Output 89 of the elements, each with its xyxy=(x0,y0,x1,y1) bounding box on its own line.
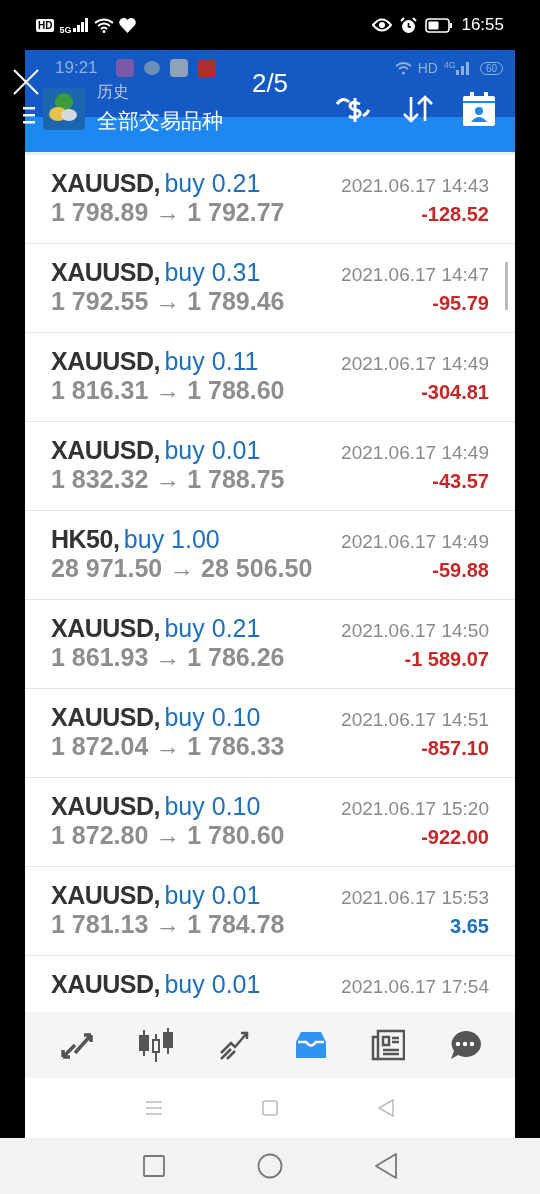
deal-symbol: XAUUSD, xyxy=(51,881,160,909)
home-icon[interactable] xyxy=(257,1153,283,1179)
app-notification-icon xyxy=(169,59,188,77)
deal-prices: 1 861.93 → 1 786.26 xyxy=(51,643,285,672)
deal-time: 2021.06.17 14:49 xyxy=(341,353,489,375)
deal-time: 2021.06.17 17:54 xyxy=(341,976,489,998)
deal-volume: buy 0.10 xyxy=(164,792,261,820)
clock: 16:55 xyxy=(461,15,504,35)
heart-icon xyxy=(119,17,137,33)
app-network-label: HD xyxy=(417,60,438,76)
app-notification-icon xyxy=(115,59,134,77)
wifi-icon xyxy=(94,17,115,33)
deal-prices: 28 971.50 → 28 506.50 xyxy=(51,554,313,583)
menu-icon[interactable] xyxy=(23,104,35,125)
deal-volume: buy 0.11 xyxy=(164,347,259,375)
calendar-icon[interactable] xyxy=(463,91,495,126)
inbox-icon[interactable] xyxy=(293,1030,328,1060)
symbol-filter-title[interactable]: 全部交易品种 xyxy=(97,107,305,135)
app-status-time: 19:21 xyxy=(55,58,98,78)
hd-badge: HD xyxy=(36,18,55,32)
deal-profit: -95.79 xyxy=(432,292,489,315)
deal-prices: 1 798.89 → 1 792.77 xyxy=(51,198,285,227)
app-wifi-icon xyxy=(394,61,412,75)
newspaper-icon[interactable] xyxy=(370,1029,405,1061)
battery-icon xyxy=(425,17,454,33)
network-label: 5G xyxy=(59,25,72,35)
deal-row[interactable]: XAUUSD, buy 0.21 2021.06.17 14:43 1 798.89 → 1 792.77 -128.52 xyxy=(25,155,515,244)
deal-prices: 1 832.32 → 1 788.75 xyxy=(51,465,285,494)
deal-row[interactable]: XAUUSD, buy 0.10 2021.06.17 14:51 1 872.04 → 1 786.33 -857.10 xyxy=(25,689,515,778)
deal-prices: 1 792.55 → 1 789.46 xyxy=(51,287,285,316)
chat-notification-icon xyxy=(143,61,160,75)
deal-volume: buy 0.01 xyxy=(164,970,261,998)
image-counter: 2/5 xyxy=(250,68,290,99)
deal-volume: buy 0.31 xyxy=(164,258,261,286)
deal-profit: -922.00 xyxy=(421,826,489,849)
close-icon[interactable] xyxy=(13,69,39,95)
app-signal-label: 4G xyxy=(443,60,456,70)
deal-symbol: XAUUSD, xyxy=(51,258,160,286)
deal-time: 2021.06.17 14:51 xyxy=(341,709,489,731)
deal-profit: -857.10 xyxy=(421,737,489,760)
deal-symbol: HK50, xyxy=(51,525,120,553)
deal-profit: -304.81 xyxy=(421,381,489,404)
screen-subtitle: 历史 xyxy=(97,82,129,102)
deal-row[interactable]: XAUUSD, buy 0.01 2021.06.17 14:49 1 832.32 → 1 788.75 -43.57 xyxy=(25,422,515,511)
deal-volume: buy 1.00 xyxy=(123,525,220,553)
deal-time: 2021.06.17 15:53 xyxy=(341,887,489,909)
deal-row[interactable]: XAUUSD, buy 0.31 2021.06.17 14:47 1 792.55 → 1 789.46 -95.79 xyxy=(25,244,515,333)
deal-symbol: XAUUSD, xyxy=(51,703,160,731)
candlestick-icon[interactable] xyxy=(137,1028,174,1062)
deal-time: 2021.06.17 14:49 xyxy=(341,442,489,464)
deal-prices: 1 781.13 → 1 784.78 xyxy=(51,910,285,939)
deal-time: 2021.06.17 14:43 xyxy=(341,175,489,197)
deal-volume: buy 0.01 xyxy=(164,436,261,464)
deal-symbol: XAUUSD, xyxy=(51,614,160,642)
deal-prices: 1 816.31 → 1 788.60 xyxy=(51,376,285,405)
deal-time: 2021.06.17 15:20 xyxy=(341,798,489,820)
app-signal-icon xyxy=(455,61,470,75)
alarm-icon xyxy=(400,16,418,34)
deal-symbol: XAUUSD, xyxy=(51,970,160,998)
deal-row[interactable]: XAUUSD, buy 0.01 2021.06.17 15:53 1 781.13 → 1 784.78 3.65 xyxy=(25,867,515,956)
deal-prices: 1 872.04 → 1 786.33 xyxy=(51,732,285,761)
back-icon[interactable] xyxy=(375,1153,397,1179)
recents-icon[interactable] xyxy=(143,1155,165,1177)
deal-symbol: XAUUSD, xyxy=(51,169,160,197)
deal-profit: -128.52 xyxy=(421,203,489,226)
deal-symbol: XAUUSD, xyxy=(51,792,160,820)
deal-row[interactable]: XAUUSD, buy 0.11 2021.06.17 14:49 1 816.31 → 1 788.60 -304.81 xyxy=(25,333,515,422)
deal-profit: -1 589.07 xyxy=(404,648,489,671)
coins-logo-icon xyxy=(43,87,85,130)
deal-row[interactable]: XAUUSD, buy 0.21 2021.06.17 14:50 1 861.93 → 1 786.26 -1 589.07 xyxy=(25,600,515,689)
deal-volume: buy 0.01 xyxy=(164,881,261,909)
deal-time: 2021.06.17 14:47 xyxy=(341,264,489,286)
signal-icon xyxy=(73,18,90,32)
deal-prices: 1 872.80 → 1 780.60 xyxy=(51,821,285,850)
deal-time: 2021.06.17 14:49 xyxy=(341,531,489,553)
deal-volume: buy 0.21 xyxy=(164,169,261,197)
deal-time: 2021.06.17 14:50 xyxy=(341,620,489,642)
scrollbar xyxy=(505,262,508,310)
deal-row[interactable]: XAUUSD, buy 0.10 2021.06.17 15:20 1 872.80 → 1 780.60 -922.00 xyxy=(25,778,515,867)
deal-profit: -43.57 xyxy=(432,470,489,493)
deal-profit: -59.88 xyxy=(432,559,489,582)
deal-symbol: XAUUSD, xyxy=(51,436,160,464)
eye-icon xyxy=(372,18,393,32)
app-notification-icon xyxy=(197,59,216,77)
deal-volume: buy 0.10 xyxy=(164,703,261,731)
deal-profit: 3.65 xyxy=(450,915,489,938)
deal-symbol: XAUUSD, xyxy=(51,347,160,375)
deal-row[interactable]: HK50, buy 1.00 2021.06.17 14:49 28 971.50 → 28 506.50 -59.88 xyxy=(25,511,515,600)
deal-volume: buy 0.21 xyxy=(164,614,261,642)
